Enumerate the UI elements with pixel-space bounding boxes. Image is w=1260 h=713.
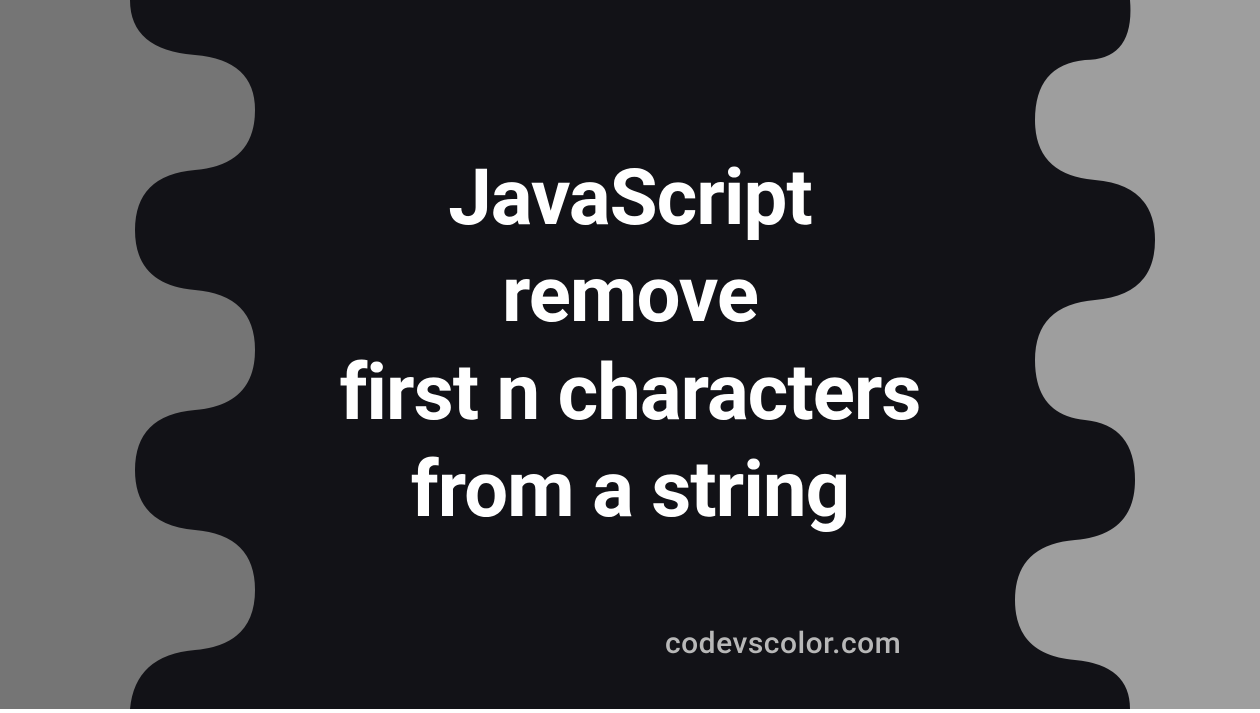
main-title: JavaScript remove first n characters fro… [340,150,921,540]
title-line-1: JavaScript [340,150,921,248]
title-line-2: remove [340,247,921,345]
watermark-text: codevscolor.com [665,626,901,661]
content-area: JavaScript remove first n characters fro… [0,0,1260,709]
title-line-3: first n characters [340,345,921,443]
title-line-4: from a string [340,442,921,540]
